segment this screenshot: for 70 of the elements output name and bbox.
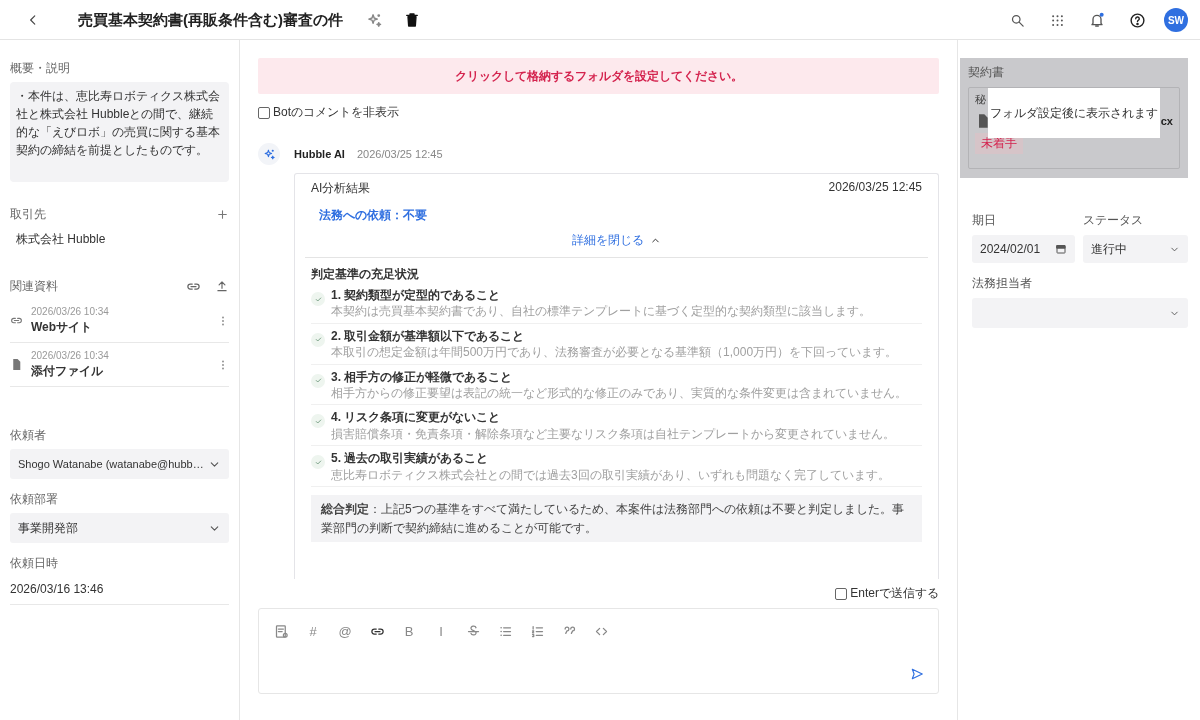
status-select[interactable]: 進行中 (1083, 235, 1188, 263)
date-field[interactable]: 2024/02/01 (972, 235, 1075, 263)
field-label: 関連資料 (10, 278, 58, 295)
field-label: ステータス (1083, 212, 1144, 229)
criterion-title: 2. 取引金額が基準額以下であること (331, 328, 526, 344)
field-label: 法務担当者 (972, 275, 1033, 292)
criterion-description: 恵比寿ロボティクス株式会社との間では過去3回の取引実績があり、いずれも問題なく完了しています。 (331, 467, 890, 482)
field-label: 依頼者 (10, 427, 47, 444)
warning-banner[interactable]: クリックして格納するフォルダを設定してください。 (258, 58, 939, 94)
criterion-description: 本取引の想定金額は年間500万円であり、法務審査が必要となる基準額（1,000万円）を下回っています。 (331, 345, 898, 360)
sparkle-icon (365, 11, 383, 29)
page-title: 売買基本契約書(再販条件含む)審査の件 (78, 10, 343, 30)
criterion-title: 5. 過去の取引実績があること (331, 451, 490, 466)
trash-icon (404, 12, 420, 28)
card-title: AI分析結果 (311, 180, 371, 197)
checkbox[interactable] (258, 106, 270, 119)
select-field[interactable] (972, 298, 1188, 328)
criterion-description: 相手方からの修正要望は表記の統一など形式的な修正のみであり、実質的な条件変更は含まれていません。 (331, 385, 907, 401)
checkbox-label: Botのコメントを非表示 (273, 104, 399, 121)
item-date: 2026/03/26 10:34 (31, 305, 110, 317)
format-button[interactable]: @ (335, 621, 355, 641)
help-icon (1128, 11, 1146, 29)
author-name: Hubble AI (294, 148, 345, 160)
select-field[interactable]: Shogo Watanabe (watanabe@hubb… (10, 449, 229, 479)
grid-icon (1049, 12, 1065, 28)
summary-text: 総合判定：上記5つの基準をすべて満たしているため、本案件は法務部門への依頼は不要と判定しました。事業部門の判断で契約締結に進めることが可能です。 (311, 494, 922, 543)
criterion-description: 本契約は売買基本契約書であり、自社の標準テンプレートに基づく定型的な契約類型に該当します。 (331, 304, 871, 319)
criterion-title: 3. 相手方の修正が軽微であること (331, 369, 514, 384)
strikethrough-icon (465, 623, 481, 639)
select-field[interactable]: 事業開発部 (10, 513, 229, 543)
field-label: 概要・説明 (10, 60, 71, 77)
format-button[interactable]: I (431, 621, 451, 641)
upload-icon (215, 279, 229, 293)
checkbox[interactable] (835, 587, 848, 600)
section-title: 判定基準の充足状況 (311, 266, 420, 283)
field-label: 期日 (972, 212, 997, 229)
tooltip: フォルダ設定後に表示されます (988, 88, 1160, 138)
criterion-title: 1. 契約類型が定型的であること (331, 288, 502, 303)
card-time: 2026/03/25 12:45 (828, 180, 922, 196)
message-time: 2026/03/25 12:45 (356, 148, 443, 160)
item-date: 2026/03/26 10:34 (31, 349, 110, 361)
attachment-link[interactable]: 添付ファイル (31, 362, 217, 380)
field-label: 依頼部署 (10, 491, 59, 508)
calendar-icon (1055, 243, 1067, 255)
criterion-description: 損害賠償条項・免責条項・解除条項など主要なリスク条項は自社テンプレートから変更されていません。 (331, 426, 895, 442)
plus-icon (216, 208, 229, 221)
field-label: 取引先 (10, 206, 46, 223)
description-field[interactable]: ・本件は、恵比寿ロボティクス株式会社と株式会社 Hubbleとの間で、継続的な「えびロボ」の売買に関する基本契約の締結を前提としたものです。 (10, 82, 229, 182)
bell-icon (1089, 12, 1105, 28)
template-icon (273, 623, 289, 639)
send-button[interactable] (910, 667, 924, 681)
checkbox-label: Enterで送信する (850, 585, 939, 602)
client-name: 株式会社 Hubble (15, 231, 107, 248)
message-input[interactable]: # @ B I (258, 608, 939, 694)
field-label: 依頼日時 (10, 555, 59, 572)
user-avatar[interactable]: SW (1164, 8, 1188, 32)
file-label: 秘 (975, 92, 987, 107)
criterion-title: 4. リスク条項に変更がないこと (331, 410, 502, 425)
verdict-text: 法務への依頼：不要 (319, 207, 428, 224)
send-icon (910, 667, 924, 681)
format-button[interactable]: # (303, 621, 323, 641)
toggle-details-link[interactable]: 詳細を閉じる (311, 232, 922, 249)
document-icon (10, 358, 23, 371)
attachment-link[interactable]: Webサイト (31, 318, 217, 336)
section-label: 契約書 (968, 64, 1005, 81)
format-button[interactable]: B (399, 621, 419, 641)
file-name: cx (1160, 115, 1173, 127)
search-icon (1009, 12, 1025, 28)
request-date: 2026/03/16 13:46 (10, 582, 105, 596)
numbered-list-icon (529, 623, 545, 639)
